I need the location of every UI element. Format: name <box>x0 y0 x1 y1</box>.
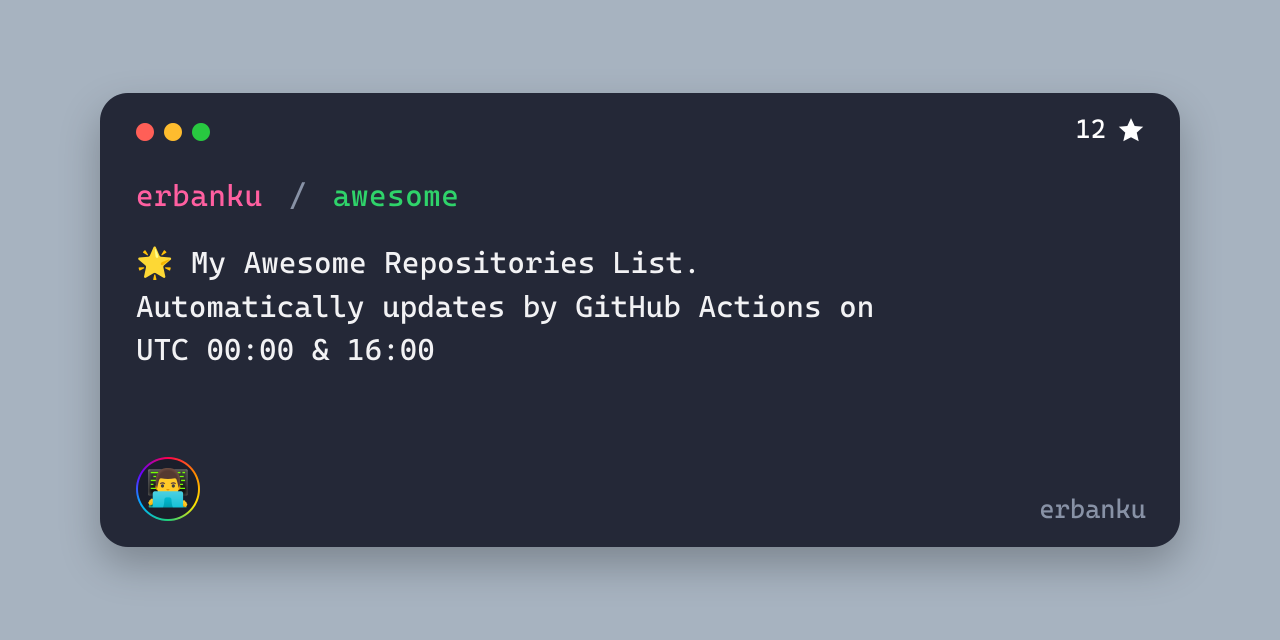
avatar-emoji: 👨‍💻 <box>138 459 198 519</box>
avatar[interactable]: 👨‍💻 <box>136 457 200 521</box>
star-count-value: 12 <box>1076 115 1106 145</box>
repo-owner[interactable]: erbanku <box>136 179 263 214</box>
repo-separator: / <box>289 179 307 214</box>
minimize-icon[interactable] <box>164 123 182 141</box>
user-handle[interactable]: erbanku <box>1039 495 1146 525</box>
star-count: 12 <box>1076 115 1146 145</box>
zoom-icon[interactable] <box>192 123 210 141</box>
window-traffic-lights <box>136 123 1144 141</box>
close-icon[interactable] <box>136 123 154 141</box>
repo-title: erbanku / awesome <box>136 179 1144 214</box>
repo-card: 12 erbanku / awesome 🌟 My Awesome Reposi… <box>100 93 1180 547</box>
repo-description: 🌟 My Awesome Repositories List. Automati… <box>136 242 1096 373</box>
star-icon <box>1116 115 1146 145</box>
repo-name[interactable]: awesome <box>333 179 460 214</box>
